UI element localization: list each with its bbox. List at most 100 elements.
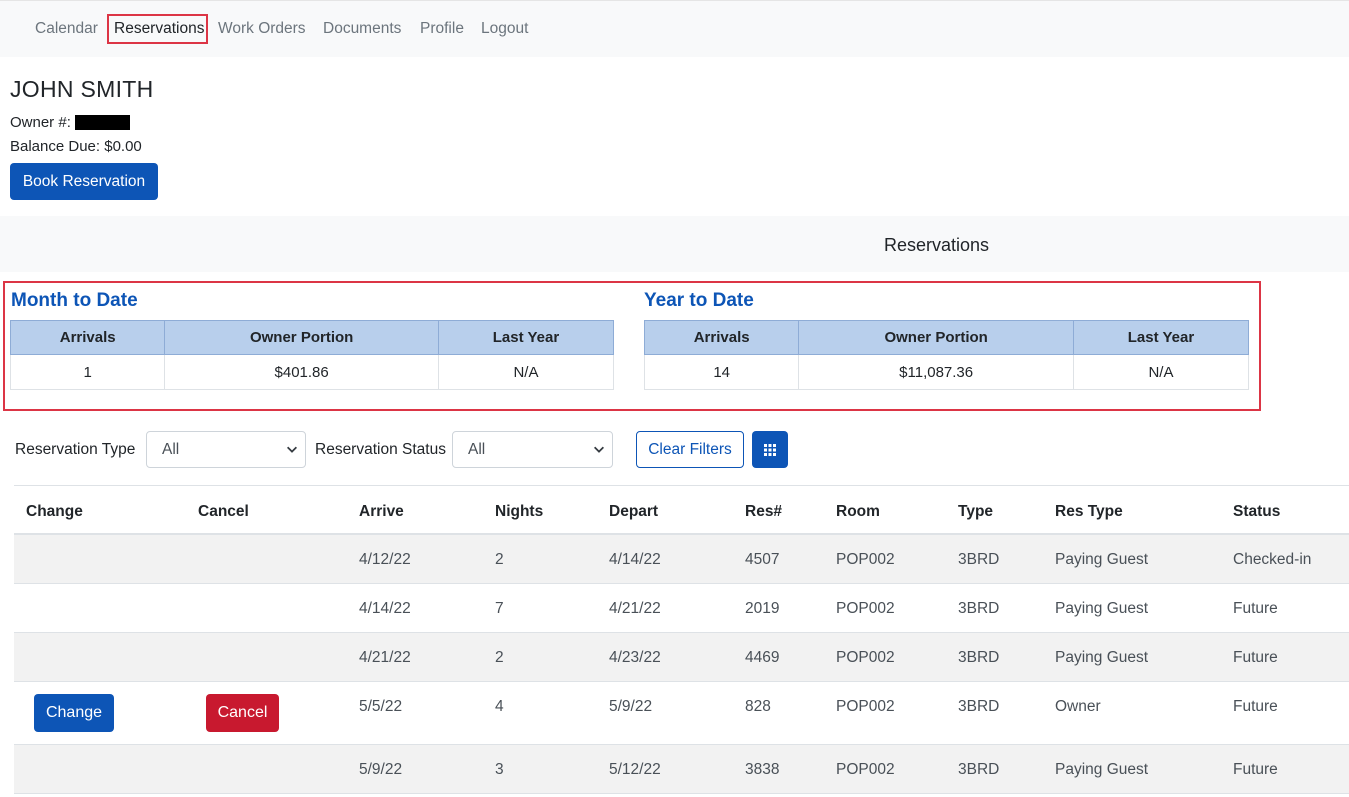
owner-name: JOHN SMITH	[10, 76, 154, 102]
reservation-type-value: All	[162, 441, 180, 458]
month-to-date-table: Arrivals Owner Portion Last Year 1 $401.…	[9, 320, 615, 390]
table-row: 5/9/22 3 5/12/22 3838 POP002 3BRD Paying…	[14, 745, 1349, 794]
cell-res-type: Paying Guest	[1055, 551, 1149, 568]
cell-type: 3BRD	[958, 649, 1000, 666]
month-to-date-title: Month to Date	[11, 290, 138, 311]
mtd-owner-portion: $401.86	[164, 354, 439, 390]
mtd-header-owner-portion: Owner Portion	[164, 320, 439, 355]
balance-value: $0.00	[104, 138, 142, 155]
cell-room: POP002	[836, 551, 895, 568]
balance-label: Balance Due:	[10, 138, 101, 155]
mtd-header-arrivals: Arrivals	[9, 320, 166, 355]
header-depart[interactable]: Depart	[609, 503, 658, 521]
cell-room: POP002	[836, 761, 895, 778]
header-res-type[interactable]: Res Type	[1055, 503, 1123, 521]
table-row: Change Cancel 5/5/22 4 5/9/22 828 POP002…	[14, 682, 1349, 745]
chevron-down-icon	[287, 446, 297, 453]
cell-res-type: Owner	[1055, 698, 1101, 715]
cell-arrive: 5/5/22	[359, 698, 403, 715]
ytd-arrivals: 14	[643, 354, 800, 390]
ytd-header-owner-portion: Owner Portion	[798, 320, 1074, 355]
cell-res-number: 3838	[745, 761, 780, 778]
header-arrive[interactable]: Arrive	[359, 503, 404, 521]
cell-depart: 4/23/22	[609, 649, 661, 666]
year-to-date-table: Arrivals Owner Portion Last Year 14 $11,…	[643, 320, 1250, 390]
nav-calendar[interactable]: Calendar	[35, 20, 98, 38]
cell-status: Future	[1233, 649, 1278, 666]
cell-arrive: 4/12/22	[359, 551, 411, 568]
cell-arrive: 5/9/22	[359, 761, 403, 778]
header-cancel: Cancel	[198, 503, 249, 520]
cancel-button[interactable]: Cancel	[206, 694, 279, 732]
reservation-type-select[interactable]: All	[146, 431, 306, 468]
top-navbar: Calendar Reservations Work Orders Docume…	[0, 0, 1349, 57]
owner-number: Owner #:	[10, 114, 130, 131]
cell-depart: 5/9/22	[609, 698, 653, 715]
cell-depart: 5/12/22	[609, 761, 661, 778]
ytd-header-arrivals: Arrivals	[643, 320, 800, 355]
grid-view-button[interactable]	[752, 431, 788, 468]
header-type[interactable]: Type	[958, 503, 993, 521]
header-res-number[interactable]: Res#	[745, 503, 782, 521]
year-to-date-title: Year to Date	[644, 290, 754, 311]
ytd-header-last-year: Last Year	[1072, 320, 1250, 355]
book-reservation-button[interactable]: Book Reservation	[10, 163, 158, 200]
cell-arrive: 4/21/22	[359, 649, 411, 666]
cell-status: Future	[1233, 698, 1278, 715]
reservations-header-band: Reservations	[0, 216, 1349, 272]
cell-nights: 2	[495, 551, 504, 568]
header-change: Change	[26, 503, 83, 520]
chevron-down-icon	[594, 446, 604, 453]
reservation-type-label: Reservation Type	[15, 441, 136, 458]
header-status[interactable]: Status	[1233, 503, 1280, 521]
mtd-last-year: N/A	[437, 354, 615, 390]
nav-work-orders[interactable]: Work Orders	[218, 20, 306, 38]
table-row: 4/21/22 2 4/23/22 4469 POP002 3BRD Payin…	[14, 633, 1349, 682]
nav-profile[interactable]: Profile	[420, 20, 464, 38]
table-row: 4/12/22 2 4/14/22 4507 POP002 3BRD Payin…	[14, 535, 1349, 584]
cell-arrive: 4/14/22	[359, 600, 411, 617]
grid-icon	[764, 443, 776, 456]
header-room[interactable]: Room	[836, 503, 880, 521]
mtd-arrivals: 1	[9, 354, 166, 390]
cell-nights: 3	[495, 761, 504, 778]
balance-due: Balance Due: $0.00	[10, 138, 142, 155]
cell-type: 3BRD	[958, 600, 1000, 617]
section-title: Reservations	[884, 235, 990, 255]
cell-res-type: Paying Guest	[1055, 649, 1149, 666]
change-button[interactable]: Change	[34, 694, 114, 732]
cell-status: Future	[1233, 600, 1278, 617]
reservation-status-value: All	[468, 441, 486, 458]
cell-res-number: 4507	[745, 551, 780, 568]
cell-res-number: 2019	[745, 600, 780, 617]
cell-type: 3BRD	[958, 761, 1000, 778]
owner-number-label: Owner #:	[10, 114, 71, 131]
header-nights[interactable]: Nights	[495, 503, 543, 521]
cell-res-number: 828	[745, 698, 771, 715]
cell-type: 3BRD	[958, 698, 1000, 715]
cell-room: POP002	[836, 649, 895, 666]
cell-status: Future	[1233, 761, 1278, 778]
active-nav-highlight	[107, 14, 208, 44]
cell-room: POP002	[836, 698, 895, 715]
redacted-owner-number	[74, 115, 130, 130]
cell-room: POP002	[836, 600, 895, 617]
cell-status: Checked-in	[1233, 551, 1312, 568]
table-row: 4/14/22 7 4/21/22 2019 POP002 3BRD Payin…	[14, 584, 1349, 633]
cell-nights: 4	[495, 698, 504, 715]
ytd-last-year: N/A	[1072, 354, 1250, 390]
cell-res-number: 4469	[745, 649, 780, 666]
cell-depart: 4/21/22	[609, 600, 661, 617]
nav-documents[interactable]: Documents	[323, 20, 401, 38]
cell-nights: 2	[495, 649, 504, 666]
reservation-status-label: Reservation Status	[315, 441, 446, 458]
ytd-owner-portion: $11,087.36	[798, 354, 1074, 390]
mtd-header-last-year: Last Year	[437, 320, 615, 355]
cell-depart: 4/14/22	[609, 551, 661, 568]
table-header: Change Cancel Arrive Nights Depart Res# …	[14, 485, 1349, 535]
reservation-status-select[interactable]: All	[452, 431, 613, 468]
nav-logout[interactable]: Logout	[481, 20, 528, 38]
clear-filters-button[interactable]: Clear Filters	[636, 431, 744, 468]
cell-res-type: Paying Guest	[1055, 761, 1149, 778]
cell-res-type: Paying Guest	[1055, 600, 1149, 617]
